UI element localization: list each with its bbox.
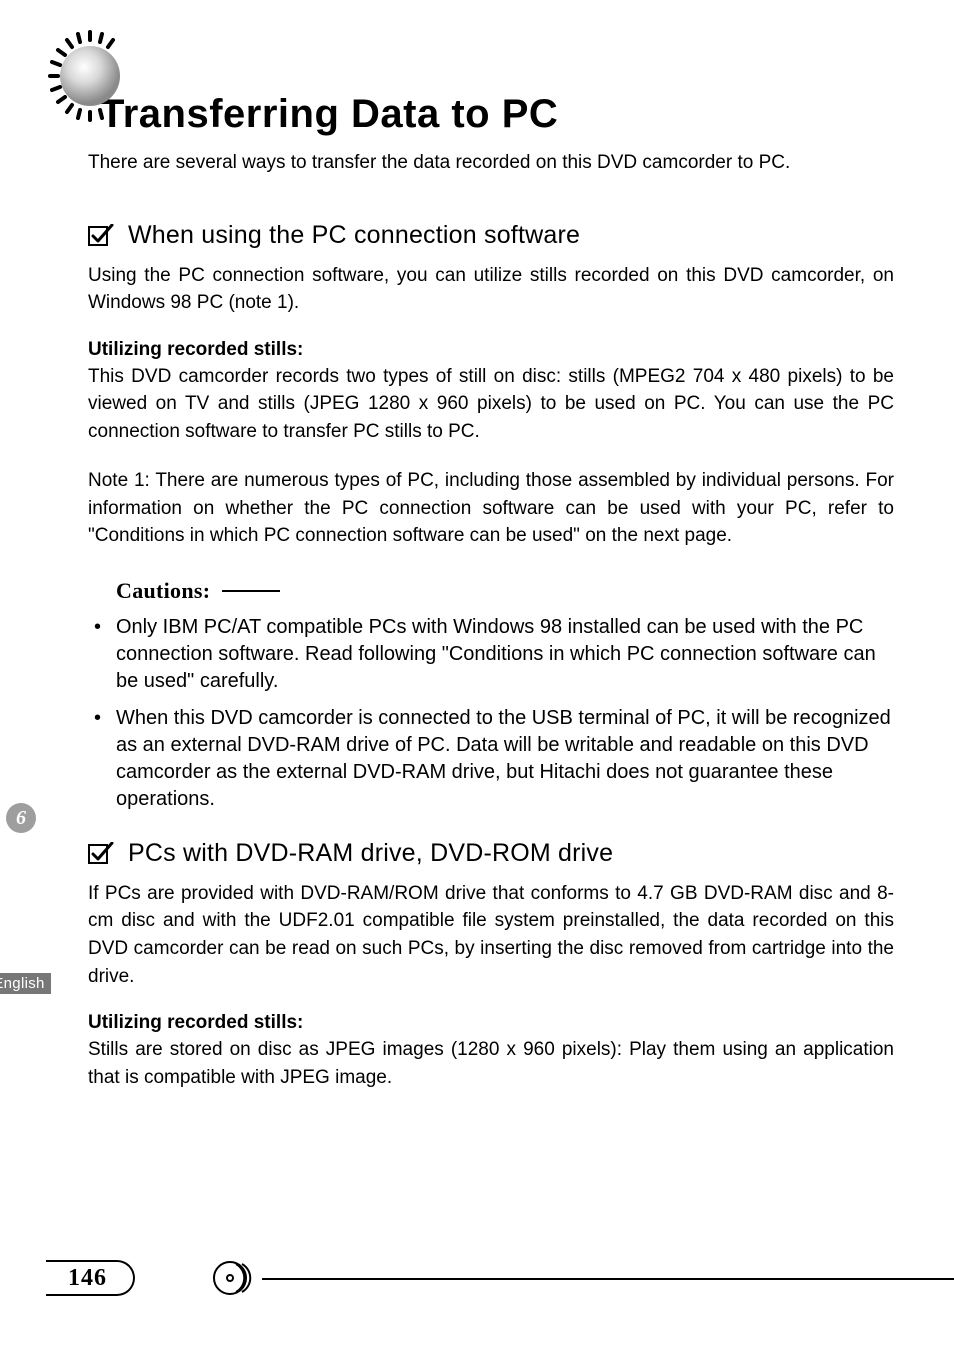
page-title: Transferring Data to PC (100, 92, 894, 137)
section1-title: When using the PC connection software (128, 221, 580, 250)
section2-title: PCs with DVD-RAM drive, DVD-ROM drive (128, 839, 613, 868)
check-box-icon (88, 842, 114, 864)
intro-text: There are several ways to transfer the d… (88, 149, 894, 177)
section2-stills-body: Stills are stored on disc as JPEG images… (88, 1036, 894, 1091)
caution-item: Only IBM PC/AT compatible PCs with Windo… (94, 614, 894, 695)
section-pc-connection: When using the PC connection software Us… (88, 221, 894, 550)
chapter-number-badge: 6 (6, 803, 36, 833)
check-box-icon (88, 224, 114, 246)
section2-stills-head: Utilizing recorded stills: (88, 1012, 894, 1034)
footer-rule (262, 1278, 954, 1280)
cautions-label: Cautions: (116, 578, 210, 604)
chapter-logo-icon (40, 26, 140, 126)
section2-p1: If PCs are provided with DVD-RAM/ROM dri… (88, 880, 894, 990)
language-label: English (0, 973, 51, 994)
caution-item: When this DVD camcorder is connected to … (94, 705, 894, 813)
section-dvd-ram: PCs with DVD-RAM drive, DVD-ROM drive If… (88, 839, 894, 1091)
section1-p1: Using the PC connection software, you ca… (88, 262, 894, 317)
disc-icon (212, 1256, 262, 1300)
section1-stills-head: Utilizing recorded stills: (88, 339, 894, 361)
cautions-block: Cautions: Only IBM PC/AT compatible PCs … (88, 578, 894, 813)
page-number: 146 (46, 1260, 135, 1296)
cautions-rule (222, 590, 280, 592)
section1-stills-body: This DVD camcorder records two types of … (88, 363, 894, 446)
section1-note1: Note 1: There are numerous types of PC, … (88, 467, 894, 550)
page-footer: 146 (0, 1260, 954, 1300)
